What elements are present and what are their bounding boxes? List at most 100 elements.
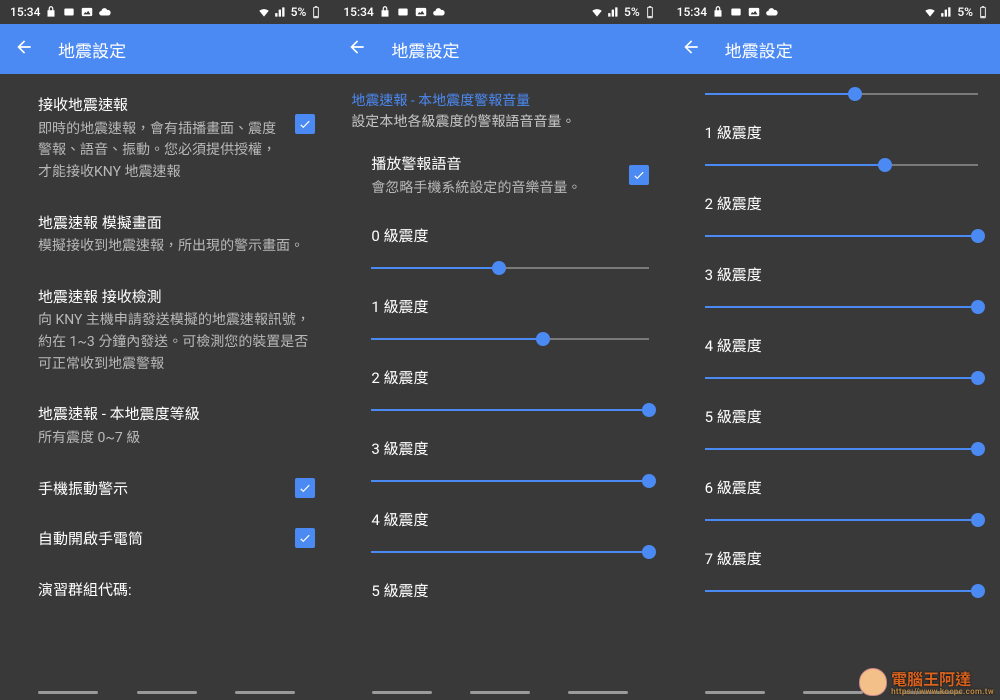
volume-slider[interactable]: [705, 368, 978, 388]
slider-label: 7 級震度: [705, 548, 978, 569]
checkbox-icon[interactable]: [295, 478, 315, 498]
settings-list[interactable]: 接收地震速報 即時的地震速報，會有插播畫面、震度警報、語音、振動。您必須提供授權…: [0, 74, 333, 684]
slider-block[interactable]: 4 級震度: [333, 497, 666, 568]
slider-thumb[interactable]: [971, 442, 985, 456]
lock-icon: [378, 5, 392, 19]
volume-slider[interactable]: [371, 258, 648, 278]
setting-title: 手機振動警示: [38, 478, 285, 501]
setting-vibrate[interactable]: 手機振動警示: [0, 464, 333, 515]
setting-title: 演習群組代碼:: [38, 579, 315, 602]
checkbox-icon[interactable]: [295, 114, 315, 134]
slider-block[interactable]: 3 級震度: [333, 426, 666, 497]
back-icon[interactable]: [14, 37, 34, 62]
settings-list[interactable]: 1 級震度 2 級震度3 級震度4 級震度5 級震度6 級震度 7 級震度: [667, 74, 1000, 684]
setting-drill-code[interactable]: 演習群組代碼:: [0, 565, 333, 616]
slider-fill: [371, 551, 648, 553]
slider-thumb[interactable]: [971, 300, 985, 314]
image-icon: [80, 5, 94, 19]
slider-thumb[interactable]: [492, 261, 506, 275]
back-icon[interactable]: [681, 37, 701, 62]
slider-thumb[interactable]: [971, 584, 985, 598]
slider-block[interactable]: 1 級震度: [667, 110, 1000, 181]
nav-pill[interactable]: [372, 691, 432, 694]
status-bar: 15:34 5%: [333, 0, 666, 24]
slider-block[interactable]: 3 級震度: [667, 252, 1000, 323]
nav-pill[interactable]: [705, 691, 765, 694]
nav-pill[interactable]: [803, 691, 863, 694]
battery-icon: [309, 5, 323, 19]
setting-simulate[interactable]: 地震速報 模擬畫面 模擬接收到地震速報，所出現的警示畫面。: [0, 198, 333, 272]
card-icon: [62, 5, 76, 19]
settings-list[interactable]: 地震速報 - 本地震度警報音量 設定本地各級震度的警報語音音量。 播放警報語音 …: [333, 74, 666, 684]
status-time: 15:34: [677, 5, 707, 19]
slider-block[interactable]: 4 級震度: [667, 323, 1000, 394]
nav-pill[interactable]: [235, 691, 295, 694]
volume-slider[interactable]: [705, 510, 978, 530]
back-icon[interactable]: [347, 37, 367, 62]
slider-thumb[interactable]: [642, 403, 656, 417]
battery-icon: [643, 5, 657, 19]
nav-pill[interactable]: [38, 691, 98, 694]
slider-thumb[interactable]: [971, 371, 985, 385]
slider-thumb[interactable]: [536, 332, 550, 346]
slider-thumb[interactable]: [848, 87, 862, 101]
battery-text: 5%: [291, 5, 307, 19]
volume-slider[interactable]: [705, 84, 978, 104]
slider-thumb[interactable]: [642, 545, 656, 559]
slider-block[interactable]: 7 級震度: [667, 536, 1000, 607]
setting-receive-alerts[interactable]: 接收地震速報 即時的地震速報，會有插播畫面、震度警報、語音、振動。您必須提供授權…: [0, 80, 333, 198]
setting-receive-test[interactable]: 地震速報 接收檢測 向 KNY 主機申請發送模擬的地震速報訊號，約在 1~3 分…: [0, 272, 333, 390]
volume-slider[interactable]: [705, 155, 978, 175]
battery-icon: [976, 5, 990, 19]
phone-screen-1: 15:34 5%: [0, 0, 333, 700]
setting-play-voice[interactable]: 播放警報語音 會忽略手機系統設定的音樂音量。: [333, 139, 666, 213]
nav-pill[interactable]: [568, 691, 628, 694]
app-bar: 地震設定: [0, 24, 333, 74]
volume-slider[interactable]: [705, 297, 978, 317]
volume-slider[interactable]: [371, 471, 648, 491]
slider-thumb[interactable]: [642, 474, 656, 488]
signal-icon: [607, 5, 621, 19]
nav-bar: [333, 684, 666, 700]
slider-fill: [705, 93, 855, 95]
wifi-icon: [257, 5, 271, 19]
image-icon: [414, 5, 428, 19]
slider-label: 1 級震度: [705, 122, 978, 143]
battery-text: 5%: [957, 5, 973, 19]
slider-label: 4 級震度: [371, 509, 648, 530]
slider-thumb[interactable]: [878, 158, 892, 172]
slider-thumb[interactable]: [971, 513, 985, 527]
slider-block[interactable]: 2 級震度: [333, 355, 666, 426]
volume-slider[interactable]: [371, 542, 648, 562]
volume-slider[interactable]: [371, 329, 648, 349]
slider-label: 5 級震度: [371, 580, 648, 601]
volume-slider[interactable]: [705, 226, 978, 246]
slider-fill: [371, 409, 648, 411]
card-icon: [396, 5, 410, 19]
watermark: 電腦王阿達 https://www.kocpc.com.tw: [859, 668, 994, 696]
nav-pill[interactable]: [470, 691, 530, 694]
setting-title: 播放警報語音: [371, 153, 618, 176]
nav-pill[interactable]: [137, 691, 197, 694]
app-title: 地震設定: [391, 37, 459, 62]
volume-slider[interactable]: [705, 581, 978, 601]
watermark-title: 電腦王阿達: [891, 672, 994, 688]
slider-block[interactable]: 2 級震度: [667, 181, 1000, 252]
setting-flashlight[interactable]: 自動開啟手電筒: [0, 514, 333, 565]
slider-block[interactable]: 0 級震度: [333, 213, 666, 284]
section-sub: 設定本地各級震度的警報語音音量。: [333, 112, 666, 139]
app-title: 地震設定: [58, 37, 126, 62]
slider-block[interactable]: 5 級震度: [667, 394, 1000, 465]
setting-local-level[interactable]: 地震速報 - 本地震度等級 所有震度 0~7 級: [0, 389, 333, 463]
app-bar: 地震設定: [333, 24, 666, 74]
slider-thumb[interactable]: [971, 229, 985, 243]
slider-block[interactable]: 6 級震度: [667, 465, 1000, 536]
volume-slider[interactable]: [705, 439, 978, 459]
volume-slider[interactable]: [371, 400, 648, 420]
slider-fill: [705, 164, 885, 166]
slider-block[interactable]: 1 級震度: [333, 284, 666, 355]
checkbox-icon[interactable]: [295, 528, 315, 548]
battery-text: 5%: [624, 5, 640, 19]
checkbox-icon[interactable]: [629, 165, 649, 185]
slider-block[interactable]: 5 級震度: [333, 568, 666, 619]
